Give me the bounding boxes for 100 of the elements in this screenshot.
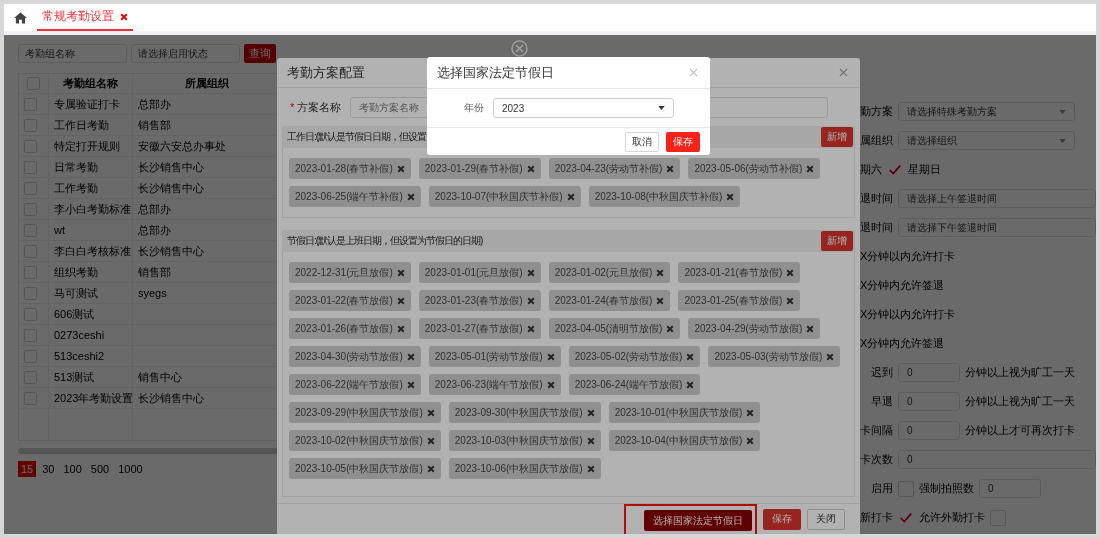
table-cell-text: 工作日考勤 [54,117,109,133]
table-cell-text: 特定打开规则 [54,138,120,154]
tag-label: 2023-01-23(春节放假) [424,293,523,308]
remove-icon[interactable] [746,408,755,417]
tab[interactable]: 常规考勤设置 [37,4,133,31]
remove-icon[interactable] [806,164,815,173]
remove-icon[interactable] [656,296,665,305]
tag-label: 2023-10-08(中秋国庆节补假) [594,189,723,204]
remove-icon[interactable] [586,436,595,445]
close-icon[interactable] [120,12,128,21]
tag-label: 2023-01-21(春节放假) [684,265,783,280]
field-label: 属组织 [860,133,893,148]
column-header: 考勤组名称 [63,76,118,91]
remove-icon[interactable] [726,192,735,201]
remove-icon[interactable] [586,408,595,417]
table-cell-text: 长沙销售中心 [138,243,204,259]
tag-label: 2023-05-02(劳动节放假) [574,349,683,364]
field-label: 分钟以上视为旷工一天 [965,394,1075,409]
table-cell-text: 513测试 [54,369,95,385]
field-label: X分钟以内允许打卡 [860,307,956,322]
dialog-button[interactable]: 保存 [763,508,801,530]
table-cell-text: syegs [138,285,167,301]
tag-label: 2023-06-23(端午节放假) [434,377,543,392]
tag-label: 2023-05-06(劳动节补假) [694,161,803,176]
field-label: 早退 [870,394,893,409]
search-field[interactable]: 考勤组名称 [18,44,127,63]
remove-icon[interactable] [526,164,535,173]
caret-icon [1059,138,1066,143]
remove-icon[interactable] [406,192,415,201]
dialog-button[interactable]: 选择国家法定节假日 [644,510,752,531]
select-field[interactable]: 请选择组织 [898,131,1075,150]
remove-icon[interactable] [526,296,535,305]
tag-label: 2023-09-29(中秋国庆节放假) [295,405,423,420]
remove-icon[interactable] [686,352,695,361]
remove-icon[interactable] [426,408,435,417]
remove-icon[interactable] [566,192,575,201]
remove-icon[interactable] [746,436,755,445]
remove-icon[interactable] [526,324,535,333]
remove-icon[interactable] [426,464,435,473]
table-cell-text: 组织考勤 [54,264,98,280]
remove-icon[interactable] [586,464,595,473]
page-size-option[interactable]: 30 [39,461,58,477]
remove-icon[interactable] [396,268,405,277]
remove-icon[interactable] [426,436,435,445]
dialog-title: 选择国家法定节假日 [437,63,554,82]
remove-icon[interactable] [546,352,555,361]
remove-icon[interactable] [786,296,795,305]
input-field[interactable]: 0 [898,392,960,411]
input-field[interactable]: 请选择下午签退时间 [898,218,1096,237]
remove-icon[interactable] [406,352,415,361]
input-field[interactable]: 0 [898,450,1096,469]
remove-icon[interactable] [396,164,405,173]
select-field[interactable]: 请选择特殊考勤方案 [898,102,1075,121]
remove-icon[interactable] [786,268,795,277]
section-title: 工作日:(默认是节假日日期，但设置 [287,130,427,144]
tag-label: 2022-12-31(元旦放假) [295,265,393,280]
page-size-option[interactable]: 1000 [115,461,146,477]
required-mark: * [290,101,295,113]
remove-icon[interactable] [546,380,555,389]
field-label: 启用 [870,481,893,496]
remove-icon[interactable] [826,352,835,361]
home-icon[interactable] [14,11,27,24]
dialog-button[interactable]: 关闭 [807,508,845,530]
field-label: X分钟以内允许打卡 [860,249,956,264]
year-select[interactable]: 2023 [493,98,674,118]
table-cell-text: 总部办 [138,96,171,112]
tag-label: 2023-01-28(春节补假) [295,161,393,176]
tag-label: 2023-04-23(劳动节补假) [554,161,663,176]
scrollbar[interactable] [18,448,280,454]
table-cell-text: 总部办 [138,222,171,238]
input-field[interactable]: 0 [898,363,960,382]
table-cell-text: 长沙销售中心 [138,390,204,406]
remove-icon[interactable] [396,296,405,305]
tag-label: 2023-04-30(劳动节放假) [295,349,403,364]
add-button[interactable]: 新增 [821,127,853,147]
page-size-option[interactable]: 100 [60,461,85,477]
search-button[interactable]: 查询 [244,44,276,63]
page-size-option[interactable]: 500 [87,461,113,477]
remove-icon[interactable] [526,268,535,277]
page-size-option[interactable]: 15 [18,461,37,477]
tag-label: 2023-05-03(劳动节放假) [714,349,823,364]
remove-icon[interactable] [406,380,415,389]
table-cell-text: 总部办 [138,201,171,217]
remove-icon[interactable] [656,268,665,277]
remove-icon[interactable] [686,380,695,389]
dialog-button[interactable]: 取消 [625,131,659,152]
input-field[interactable]: 0 [979,479,1041,498]
add-button[interactable]: 新增 [821,231,853,251]
field-label: 卡次数 [860,452,893,467]
table-cell-text: 李小白考勤标准 [54,201,131,217]
remove-icon[interactable] [666,164,675,173]
tag-label: 2023-06-22(端午节放假) [295,377,403,392]
dialog-button[interactable]: 保存 [666,131,700,152]
field-label: 勤方案 [860,104,893,119]
remove-icon[interactable] [806,324,815,333]
input-field[interactable]: 0 [898,421,960,440]
tag-label: 2023-01-01(元旦放假) [424,265,523,280]
search-field[interactable]: 请选择启用状态 [131,44,240,63]
remove-icon[interactable] [666,324,675,333]
remove-icon[interactable] [396,324,405,333]
